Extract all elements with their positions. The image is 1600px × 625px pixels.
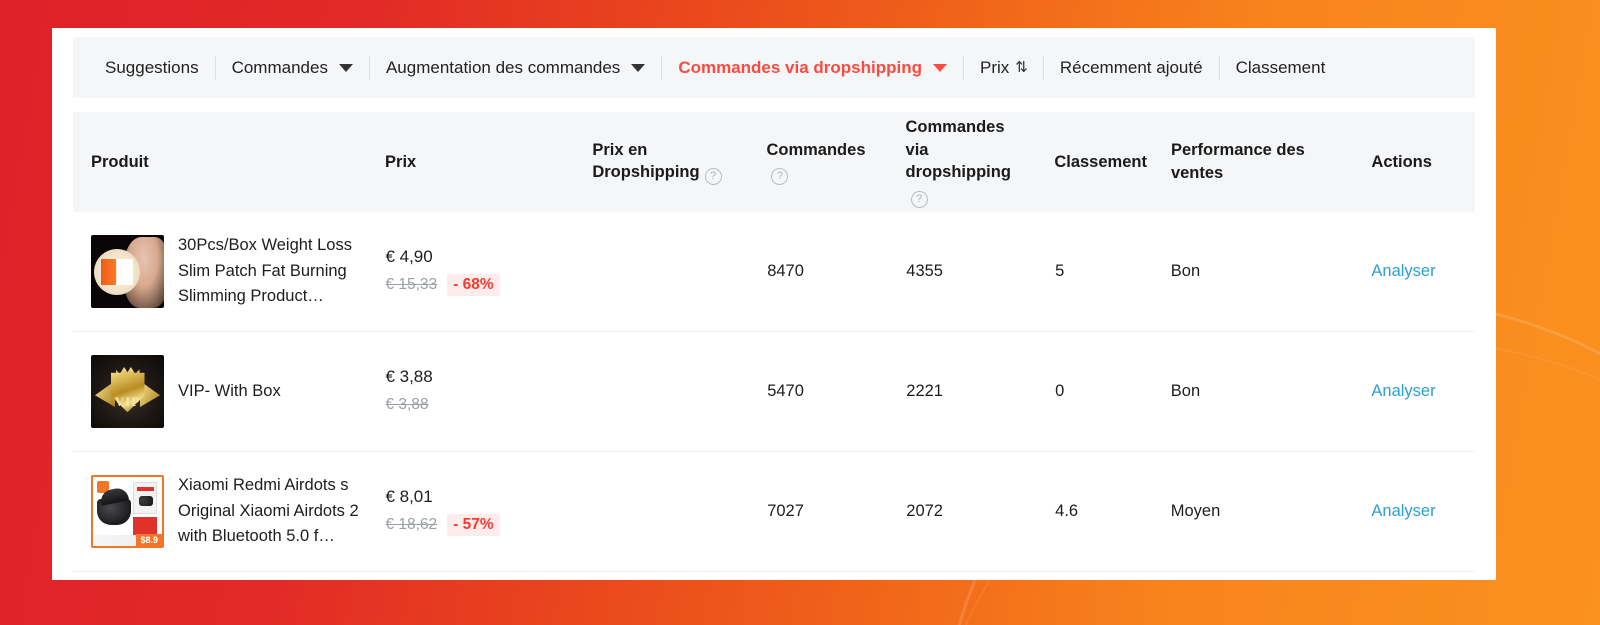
column-header-label: Commandes via dropshipping — [905, 117, 1011, 182]
product-title[interactable]: 30Pcs/Box Weight Loss Slim Patch Fat Bur… — [178, 233, 371, 310]
rank-cell: 5 — [1055, 262, 1065, 280]
nav-tab-recemment-ajoute[interactable]: Récemment ajouté — [1044, 53, 1219, 83]
product-thumbnail-image[interactable]: $8.9 — [91, 475, 164, 548]
nav-tab-commandes-via-dropshipping[interactable]: Commandes via dropshipping — [662, 53, 963, 83]
product-thumbnail-image[interactable] — [91, 235, 164, 308]
table-header-row: Produit Prix Prix en Dropshipping? Comma… — [73, 112, 1475, 212]
analyse-link[interactable]: Analyser — [1371, 382, 1435, 400]
product-title[interactable]: VIP- With Box — [178, 379, 281, 405]
column-header-label: Produit — [91, 152, 149, 171]
original-price: € 18,62 — [385, 516, 438, 533]
dropship-orders-cell: 2221 — [906, 382, 943, 400]
table-row[interactable]: VIP VIP- With Box € 3,88 € 3,88 5470 222… — [73, 332, 1475, 452]
nav-tab-label: Récemment ajouté — [1059, 57, 1203, 77]
table-row[interactable]: $8.9 Xiaomi Redmi Airdots s Original Xia… — [73, 452, 1475, 572]
actions-cell: Analyser — [1357, 502, 1475, 521]
column-header-label: Performance des ventes — [1170, 141, 1305, 182]
price-cell: € 3,88 € 3,88 — [371, 367, 578, 416]
nav-tab-augmentation-des-commandes[interactable]: Augmentation des commandes — [370, 53, 661, 83]
column-header-prix-en-dropshipping: Prix en Dropshipping? — [578, 139, 752, 186]
column-header-label: Prix en Dropshipping — [592, 140, 700, 182]
thumbnail-price-badge: $8.9 — [136, 534, 162, 546]
analyse-link[interactable]: Analyser — [1371, 262, 1435, 280]
nav-tab-label: Classement — [1235, 57, 1326, 77]
column-header-label: Classement — [1054, 152, 1147, 171]
actions-cell: Analyser — [1357, 262, 1475, 281]
column-header-prix: Prix — [371, 151, 578, 174]
help-icon[interactable]: ? — [910, 191, 928, 209]
nav-tab-label: Augmentation des commandes — [385, 57, 621, 77]
column-header-performance-des-ventes: Performance des ventes — [1157, 139, 1357, 185]
filter-tab-bar: Suggestions Commandes Augmentation des c… — [73, 37, 1475, 98]
product-cell: $8.9 Xiaomi Redmi Airdots s Original Xia… — [73, 473, 371, 550]
nav-tab-classement[interactable]: Classement — [1220, 53, 1342, 83]
discount-badge: - 68% — [447, 274, 500, 296]
column-header-actions: Actions — [1357, 151, 1475, 174]
product-title[interactable]: Xiaomi Redmi Airdots s Original Xiaomi A… — [178, 473, 371, 550]
orders-cell: 7027 — [767, 502, 804, 520]
original-price: € 3,88 — [385, 396, 429, 413]
orders-cell: 8470 — [767, 262, 804, 280]
column-header-produit: Produit — [73, 151, 371, 174]
nav-tab-label: Suggestions — [105, 57, 199, 77]
column-header-commandes-via-dropshipping: Commandes via dropshipping? — [892, 116, 1041, 209]
nav-tab-label: Commandes — [231, 57, 328, 77]
price-cell: € 8,01 € 18,62 - 57% — [371, 487, 578, 536]
rank-cell: 4.6 — [1055, 502, 1079, 520]
analyse-link[interactable]: Analyser — [1371, 502, 1435, 520]
product-research-card: Suggestions Commandes Augmentation des c… — [52, 28, 1496, 580]
sales-performance-cell: Moyen — [1170, 502, 1221, 520]
column-header-classement: Classement — [1040, 151, 1157, 174]
help-icon[interactable]: ? — [771, 168, 789, 186]
column-header-label: Prix — [385, 152, 417, 171]
current-price: € 4,90 — [385, 247, 433, 266]
discount-badge: - 57% — [447, 514, 500, 536]
rank-cell: 0 — [1055, 382, 1065, 400]
dropship-orders-cell: 4355 — [906, 262, 943, 280]
current-price: € 3,88 — [385, 367, 433, 386]
sales-performance-cell: Bon — [1170, 382, 1201, 400]
chevron-down-icon — [631, 63, 646, 72]
table-row[interactable]: 30Pcs/Box Weight Loss Slim Patch Fat Bur… — [73, 212, 1475, 332]
column-header-label: Actions — [1371, 152, 1432, 171]
products-table: Produit Prix Prix en Dropshipping? Comma… — [73, 112, 1475, 572]
product-cell: VIP VIP- With Box — [73, 355, 371, 428]
chevron-down-icon — [933, 63, 948, 72]
help-icon[interactable]: ? — [704, 168, 722, 186]
nav-tab-prix[interactable]: Prix ⇅ — [964, 53, 1043, 83]
current-price: € 8,01 — [385, 487, 433, 506]
sort-updown-icon: ⇅ — [1015, 58, 1028, 76]
nav-tab-label: Prix — [980, 57, 1010, 77]
original-price: € 15,33 — [385, 276, 438, 293]
nav-tab-commandes[interactable]: Commandes — [216, 53, 369, 83]
nav-tab-suggestions[interactable]: Suggestions — [89, 53, 215, 83]
actions-cell: Analyser — [1357, 382, 1475, 401]
product-cell: 30Pcs/Box Weight Loss Slim Patch Fat Bur… — [73, 233, 371, 310]
sales-performance-cell: Bon — [1170, 262, 1201, 280]
chevron-down-icon — [338, 63, 353, 72]
dropship-orders-cell: 2072 — [906, 502, 943, 520]
column-header-label: Commandes — [766, 140, 866, 159]
price-cell: € 4,90 € 15,33 - 68% — [371, 247, 578, 296]
nav-tab-label: Commandes via dropshipping — [678, 57, 923, 77]
product-thumbnail-image[interactable]: VIP — [91, 355, 164, 428]
orders-cell: 5470 — [767, 382, 804, 400]
column-header-commandes: Commandes? — [752, 139, 891, 186]
